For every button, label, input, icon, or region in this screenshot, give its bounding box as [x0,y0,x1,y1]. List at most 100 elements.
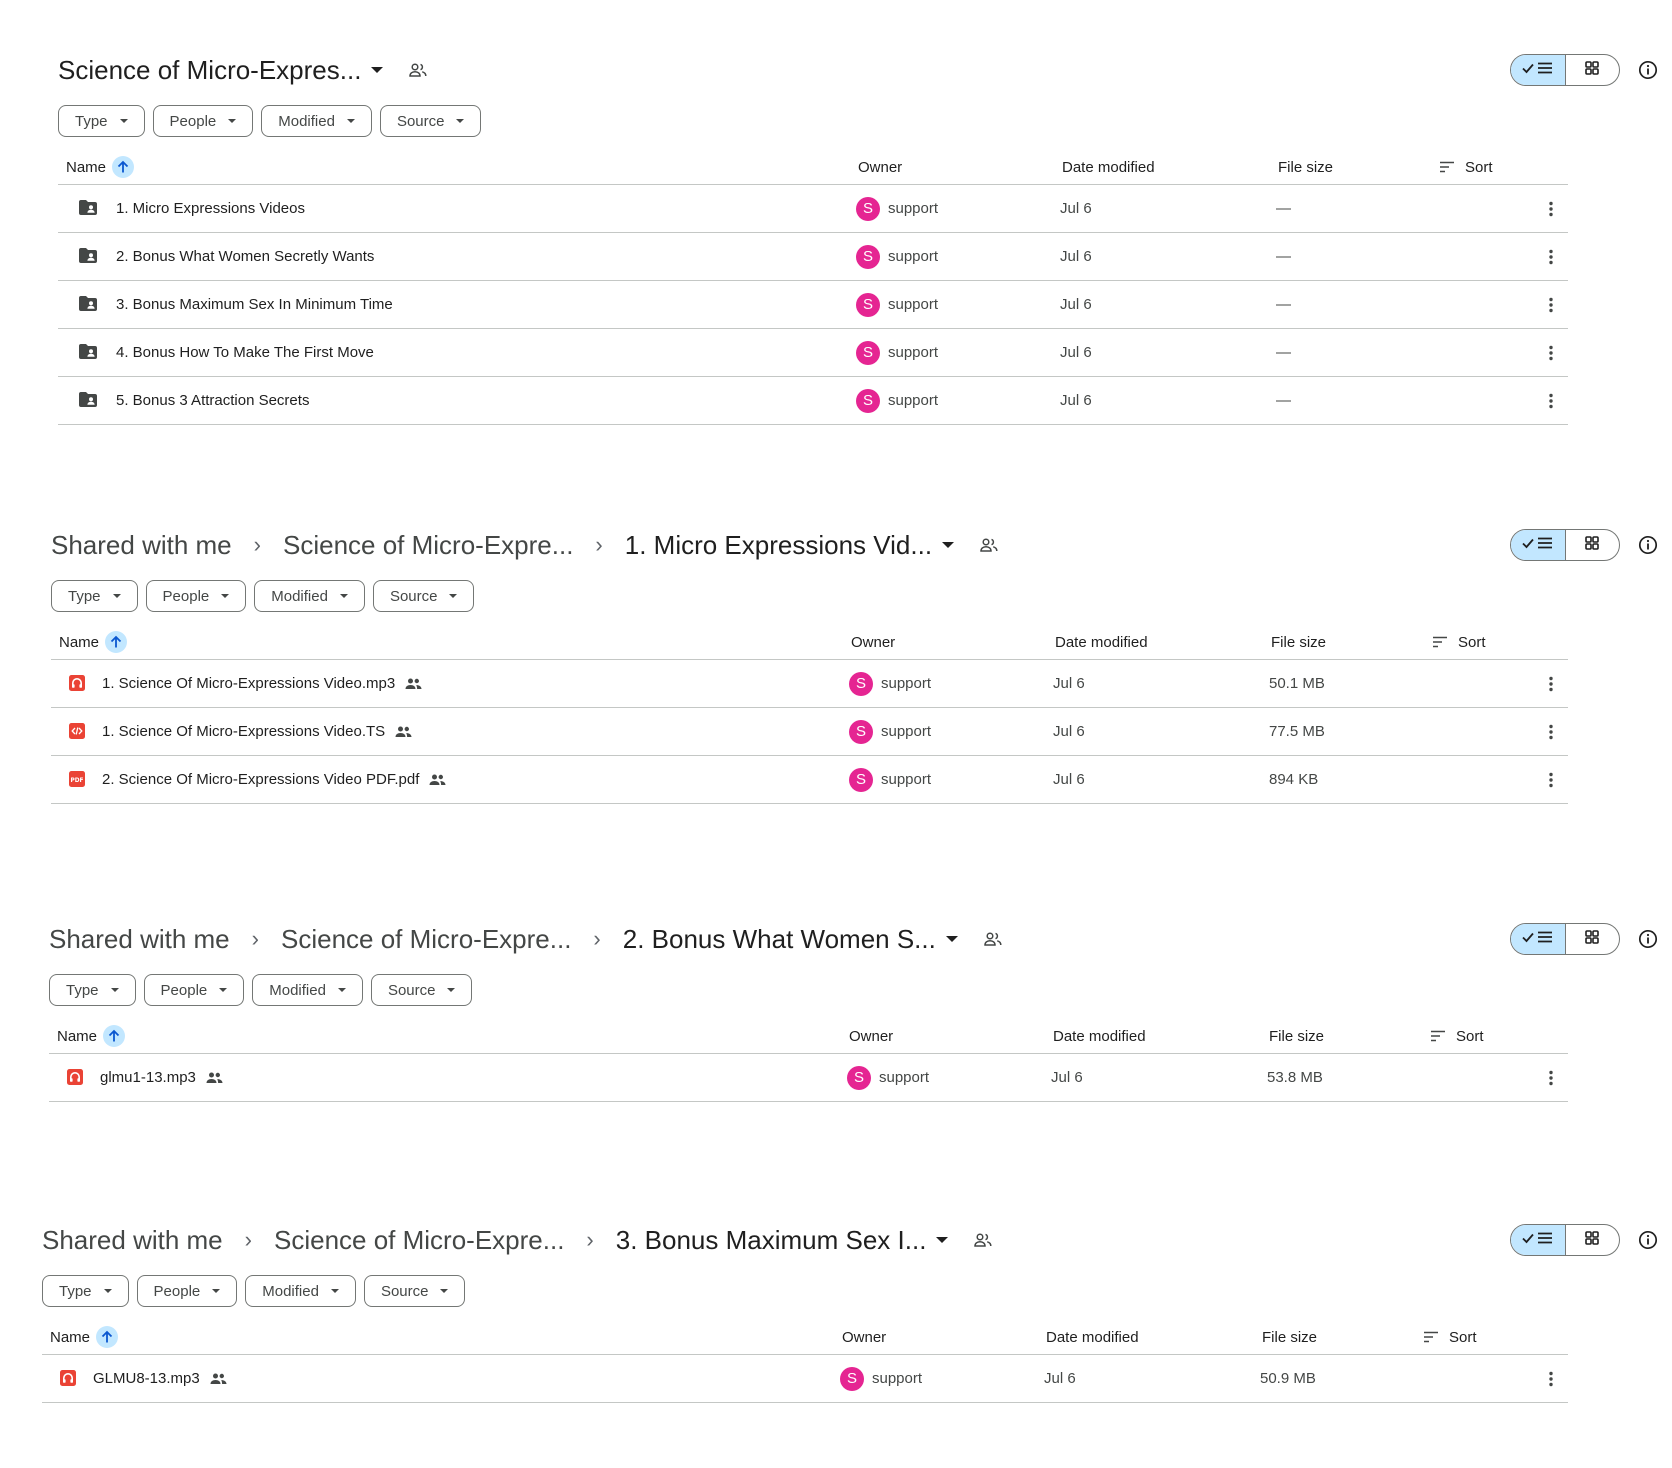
more-actions-button[interactable] [1549,660,1553,707]
filter-chip-type[interactable]: Type [58,105,145,137]
more-actions-button[interactable] [1549,708,1553,755]
shared-people-icon[interactable] [980,538,998,552]
shared-people-icon[interactable] [984,932,1002,946]
filter-chip-modified[interactable]: Modified [254,580,365,612]
sort-ascending-icon[interactable] [105,631,128,653]
file-name[interactable]: 1. Science Of Micro-Expressions Video.TS [102,723,385,740]
sort-ascending-icon[interactable] [103,1025,126,1047]
grid-view-button[interactable] [1566,1225,1620,1255]
filter-chip-source[interactable]: Source [379,105,482,137]
breadcrumb-item[interactable]: 2. Bonus What Women S... [623,924,936,955]
size-column-header[interactable]: File size [1269,1018,1324,1054]
size-column-header[interactable]: File size [1271,624,1326,660]
date-column-header[interactable]: Date modified [1046,1319,1139,1355]
more-actions-button[interactable] [1549,1054,1553,1101]
info-icon[interactable] [1638,929,1658,949]
shared-folder-icon [78,199,98,217]
name-column-header[interactable]: Name [57,1018,126,1054]
grid-view-button[interactable] [1566,55,1620,85]
table-row[interactable]: 1. Micro Expressions Videos Ssupport Jul 6… [58,185,1568,233]
table-row[interactable]: 2. Bonus What Women Secretly Wants Ssuppo… [58,233,1568,281]
breadcrumb: Shared with me › Science of Micro-Expre...… [42,1222,992,1258]
breadcrumb-item[interactable]: Science of Micro-Expre... [283,530,573,561]
more-actions-button[interactable] [1549,1355,1553,1402]
breadcrumb-item[interactable]: Science of Micro-Expre... [281,924,571,955]
file-name[interactable]: 4. Bonus How To Make The First Move [116,344,374,361]
chevron-down-icon [219,988,228,992]
sort-button[interactable]: Sort [1439,149,1493,185]
filter-chip-people[interactable]: People [143,974,245,1006]
filter-chip-source[interactable]: Source [370,974,473,1006]
table-row[interactable]: 5. Bonus 3 Attraction Secrets Ssupport Jul… [58,377,1568,425]
table-row[interactable]: 4. Bonus How To Make The First Move Ssupp… [58,329,1568,377]
more-actions-button[interactable] [1549,233,1553,280]
name-column-header[interactable]: Name [50,1319,119,1355]
date-column-header[interactable]: Date modified [1055,624,1148,660]
list-view-button[interactable] [1511,530,1566,560]
list-view-button[interactable] [1511,924,1566,954]
table-row[interactable]: PDF 2. Science Of Micro-Expressions Video… [51,756,1568,804]
table-row[interactable]: 1. Science Of Micro-Expressions Video.mp… [51,660,1568,708]
grid-view-button[interactable] [1566,530,1620,560]
more-actions-button[interactable] [1549,185,1553,232]
caret-down-icon[interactable] [371,67,384,73]
size-column-header[interactable]: File size [1262,1319,1317,1355]
file-name[interactable]: 2. Science Of Micro-Expressions Video PD… [102,771,419,788]
filter-chip-type[interactable]: Type [51,580,138,612]
filter-chip-source[interactable]: Source [372,580,475,612]
name-column-header[interactable]: Name [59,624,128,660]
breadcrumb-item[interactable]: Shared with me [42,1225,223,1256]
table-row[interactable]: 3. Bonus Maximum Sex In Minimum Time Ssup… [58,281,1568,329]
info-icon[interactable] [1638,535,1658,555]
caret-down-icon[interactable] [936,1237,949,1243]
breadcrumb-item[interactable]: Science of Micro-Expres... [58,55,361,86]
info-icon[interactable] [1638,1230,1658,1250]
sort-button[interactable]: Sort [1432,624,1486,660]
more-actions-button[interactable] [1549,756,1553,803]
name-column-header[interactable]: Name [66,149,135,185]
sort-ascending-icon[interactable] [96,1326,119,1348]
filter-chip-modified[interactable]: Modified [252,974,363,1006]
file-name[interactable]: GLMU8-13.mp3 [93,1370,200,1387]
file-name[interactable]: 1. Micro Expressions Videos [116,200,305,217]
file-name[interactable]: glmu1-13.mp3 [100,1069,196,1086]
sort-button[interactable]: Sort [1430,1018,1484,1054]
list-view-button[interactable] [1511,1225,1566,1255]
filter-chip-modified[interactable]: Modified [245,1275,356,1307]
caret-down-icon[interactable] [945,936,958,942]
file-name[interactable]: 5. Bonus 3 Attraction Secrets [116,392,309,409]
breadcrumb-item[interactable]: 3. Bonus Maximum Sex I... [616,1225,927,1256]
size-column-header[interactable]: File size [1278,149,1333,185]
checklist-icon [1522,929,1554,950]
filter-chip-people[interactable]: People [152,105,254,137]
breadcrumb-item[interactable]: Shared with me [49,924,230,955]
caret-down-icon[interactable] [942,542,955,548]
shared-people-icon[interactable] [974,1233,992,1247]
more-actions-button[interactable] [1549,329,1553,376]
shared-people-icon[interactable] [409,63,427,77]
file-name[interactable]: 2. Bonus What Women Secretly Wants [116,248,374,265]
table-row[interactable]: glmu1-13.mp3 Ssupport Jul 6 53.8 MB [49,1054,1568,1102]
filter-chip-people[interactable]: People [145,580,247,612]
breadcrumb-item[interactable]: Shared with me [51,530,232,561]
table-row[interactable]: 1. Science Of Micro-Expressions Video.TS… [51,708,1568,756]
sort-button[interactable]: Sort [1423,1319,1477,1355]
date-column-header[interactable]: Date modified [1062,149,1155,185]
filter-chip-source[interactable]: Source [363,1275,466,1307]
more-actions-button[interactable] [1549,377,1553,424]
info-icon[interactable] [1638,60,1658,80]
breadcrumb-item[interactable]: 1. Micro Expressions Vid... [625,530,932,561]
filter-chip-type[interactable]: Type [49,974,136,1006]
grid-view-button[interactable] [1566,924,1620,954]
file-name[interactable]: 1. Science Of Micro-Expressions Video.mp… [102,675,395,692]
breadcrumb-item[interactable]: Science of Micro-Expre... [274,1225,564,1256]
table-row[interactable]: GLMU8-13.mp3 Ssupport Jul 6 50.9 MB [42,1355,1568,1403]
filter-chip-type[interactable]: Type [42,1275,129,1307]
more-actions-button[interactable] [1549,281,1553,328]
date-column-header[interactable]: Date modified [1053,1018,1146,1054]
filter-chip-modified[interactable]: Modified [261,105,372,137]
list-view-button[interactable] [1511,55,1566,85]
sort-ascending-icon[interactable] [112,156,135,178]
filter-chip-people[interactable]: People [136,1275,238,1307]
file-name[interactable]: 3. Bonus Maximum Sex In Minimum Time [116,296,393,313]
